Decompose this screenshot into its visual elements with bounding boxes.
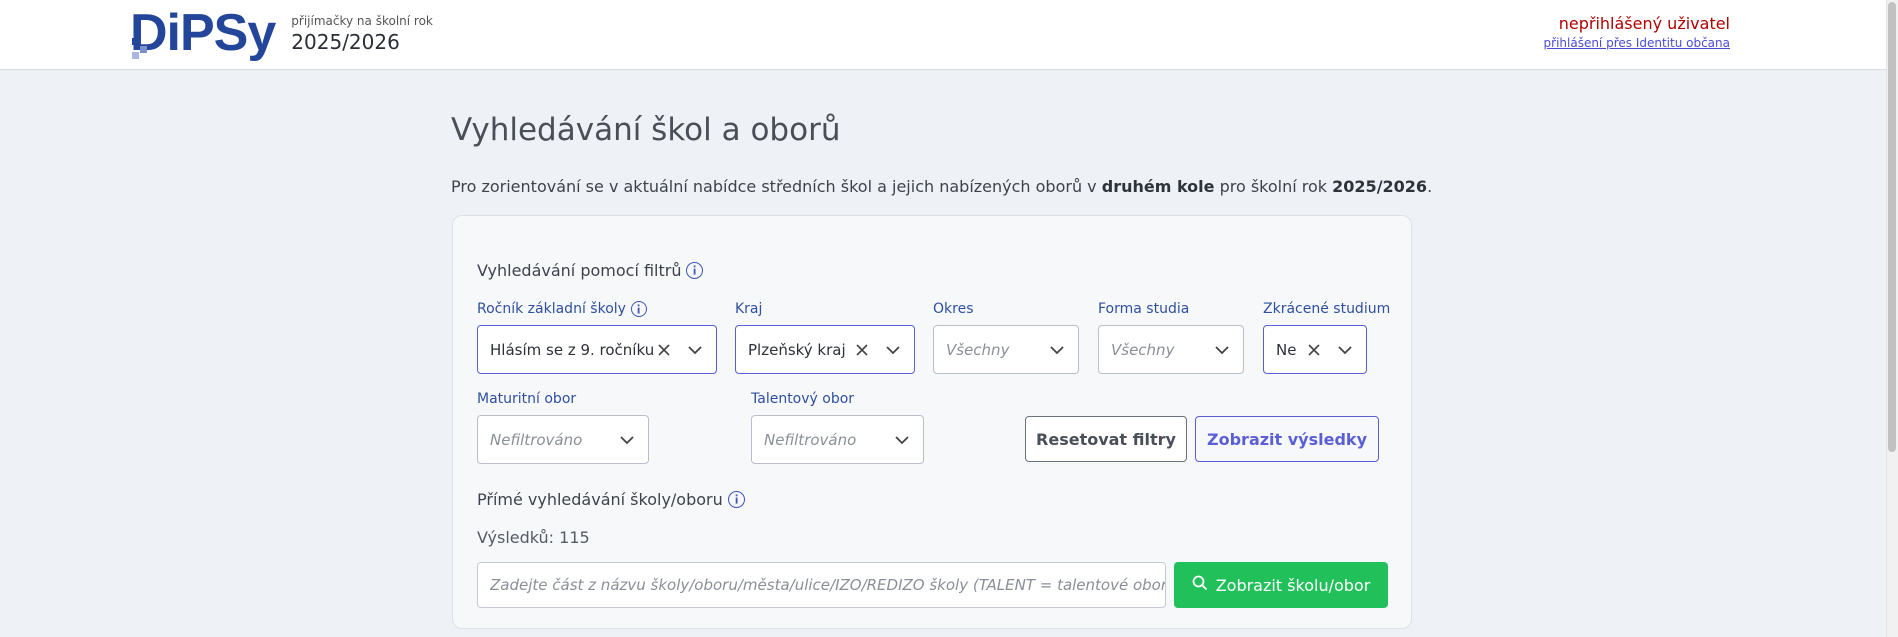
shortened-value: Ne	[1276, 340, 1297, 359]
show-school-label: Zobrazit školu/obor	[1215, 575, 1371, 595]
chevron-down-icon[interactable]	[1213, 341, 1231, 359]
top-header: DiPSy přijímačky na školní rok 2025/2026…	[0, 0, 1886, 70]
region-value: Plzeňský kraj	[748, 340, 846, 359]
chevron-down-icon[interactable]	[618, 431, 636, 449]
page-scrollbar[interactable]	[1886, 0, 1898, 637]
info-icon[interactable]	[630, 301, 647, 317]
talent-placeholder: Nefiltrováno	[764, 430, 857, 449]
logo-subtitle-text: přijímačky na školní rok	[291, 14, 433, 28]
region-select[interactable]: Plzeňský kraj	[735, 325, 915, 374]
district-select[interactable]: Všechny	[933, 325, 1079, 374]
school-year: 2025/2026	[291, 30, 400, 54]
page-title: Vyhledávání škol a oborů	[451, 112, 841, 148]
intro-text: Pro zorientování se v aktuální nabídce s…	[451, 177, 1432, 196]
results-count: Výsledků: 115	[477, 528, 590, 547]
clear-icon[interactable]	[1306, 342, 1322, 358]
talent-select[interactable]: Nefiltrováno	[751, 415, 924, 464]
info-icon[interactable]	[727, 491, 745, 508]
direct-search-title-text: Přímé vyhledávání školy/oboru	[477, 490, 723, 509]
intro-middle: pro školní rok	[1214, 177, 1333, 196]
grade-label: Ročník základní školy	[477, 301, 647, 317]
grade-label-text: Ročník základní školy	[477, 301, 626, 317]
filters-section-title: Vyhledávání pomocí filtrů	[477, 261, 704, 280]
study-form-placeholder: Všechny	[1111, 340, 1175, 359]
clear-icon[interactable]	[854, 342, 870, 358]
intro-round: druhém kole	[1101, 177, 1215, 196]
logo-mark-icon	[130, 38, 156, 60]
maturita-label: Maturitní obor	[477, 391, 577, 407]
reset-filters-button[interactable]: Resetovat filtry	[1025, 416, 1187, 462]
info-icon[interactable]	[686, 262, 704, 279]
chevron-down-icon[interactable]	[1048, 341, 1066, 359]
region-label: Kraj	[735, 301, 763, 317]
intro-prefix: Pro zorientování se v aktuální nabídce s…	[451, 177, 1102, 196]
shortened-select[interactable]: Ne	[1263, 325, 1367, 374]
user-info: nepřihlášený uživatel přihlášení přes Id…	[1544, 14, 1730, 50]
filters-title-text: Vyhledávání pomocí filtrů	[477, 261, 682, 280]
chevron-down-icon[interactable]	[884, 341, 902, 359]
dipsy-logo[interactable]: DiPSy	[130, 7, 276, 60]
intro-year: 2025/2026	[1332, 177, 1428, 196]
maturita-select[interactable]: Nefiltrováno	[477, 415, 649, 464]
shortened-label: Zkrácené studium	[1263, 301, 1391, 317]
user-status: nepřihlášený uživatel	[1558, 14, 1730, 33]
study-form-label: Forma studia	[1098, 301, 1190, 317]
scrollbar-thumb[interactable]	[1888, 2, 1896, 452]
school-search-input[interactable]	[477, 562, 1166, 608]
search-card: Vyhledávání pomocí filtrů Ročník základn…	[452, 215, 1412, 629]
district-label: Okres	[933, 301, 974, 317]
direct-search-title: Přímé vyhledávání školy/oboru	[477, 490, 745, 509]
search-icon	[1192, 575, 1208, 595]
logo-block[interactable]: DiPSy přijímačky na školní rok 2025/2026	[130, 7, 433, 60]
show-school-button[interactable]: Zobrazit školu/obor	[1174, 562, 1388, 608]
login-link[interactable]: přihlášení přes Identitu občana	[1544, 36, 1730, 50]
logo-subtitle: přijímačky na školní rok 2025/2026	[291, 14, 433, 58]
chevron-down-icon[interactable]	[686, 341, 704, 359]
intro-suffix: .	[1427, 177, 1433, 196]
study-form-select[interactable]: Všechny	[1098, 325, 1244, 374]
clear-icon[interactable]	[656, 342, 672, 358]
grade-value: Hlásím se z 9. ročníku	[490, 340, 655, 359]
district-placeholder: Všechny	[946, 340, 1010, 359]
grade-select[interactable]: Hlásím se z 9. ročníku	[477, 325, 717, 374]
talent-label: Talentový obor	[751, 391, 855, 407]
show-results-button[interactable]: Zobrazit výsledky	[1195, 416, 1379, 462]
maturita-placeholder: Nefiltrováno	[490, 430, 583, 449]
chevron-down-icon[interactable]	[893, 431, 911, 449]
chevron-down-icon[interactable]	[1336, 341, 1354, 359]
